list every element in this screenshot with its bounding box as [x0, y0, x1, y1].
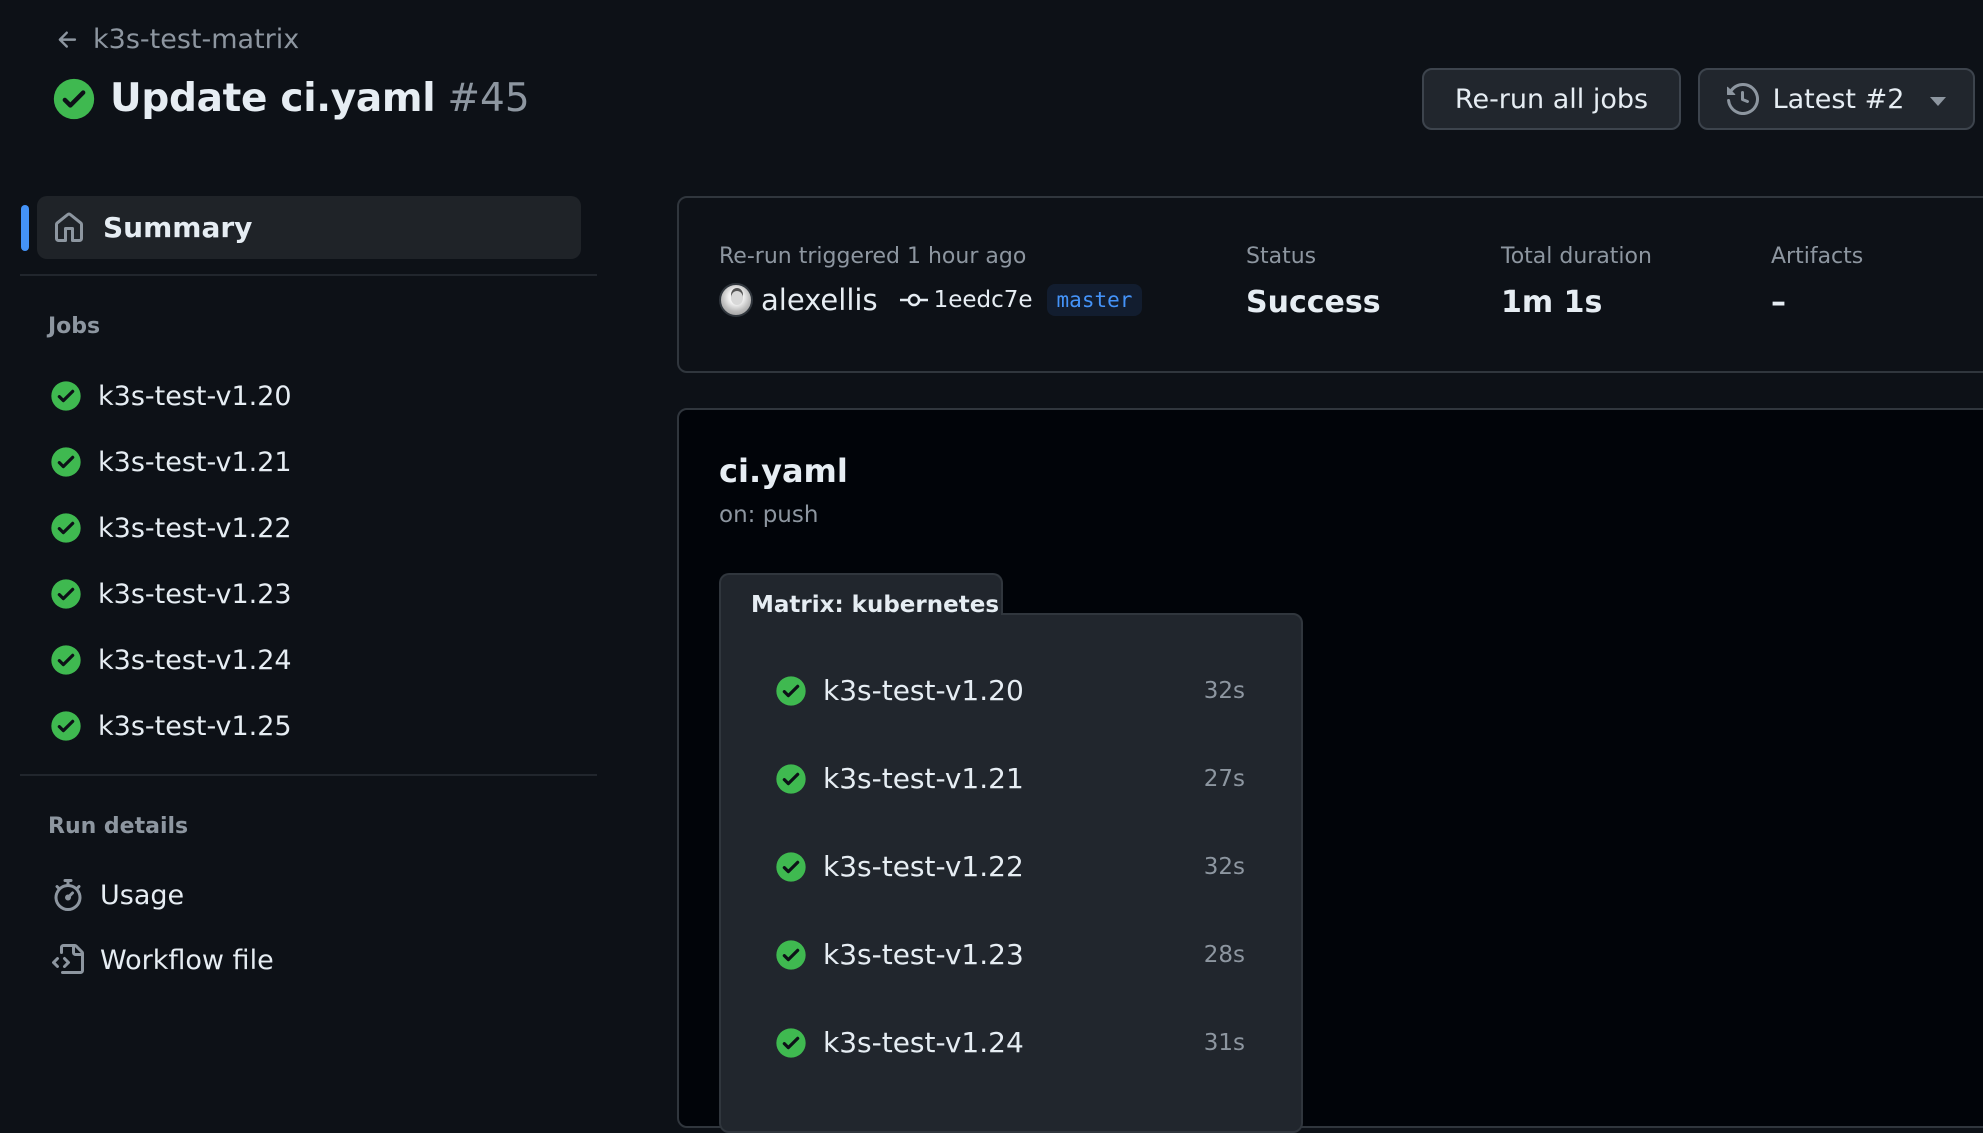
check-circle-fill-icon: [51, 579, 81, 609]
check-circle-fill-icon: [776, 851, 806, 882]
file-code-icon: [52, 944, 84, 974]
check-circle-fill-icon: [776, 763, 806, 794]
matrix-job-duration: 32s: [1203, 677, 1245, 704]
sidebar-item-usage-label: Usage: [100, 879, 185, 911]
matrix-job-label: k3s-test-v1.24: [823, 1026, 1024, 1059]
duration-label: Total duration: [1501, 244, 1652, 269]
chevron-down-icon: [1930, 96, 1947, 106]
status-value: Success: [1246, 285, 1381, 320]
commit-sha: 1eedc7e: [933, 287, 1033, 313]
check-circle-fill-icon: [51, 513, 81, 543]
sidebar-job-label: k3s-test-v1.24: [98, 644, 292, 676]
sidebar-job-label: k3s-test-v1.22: [98, 512, 292, 544]
check-circle-fill-icon: [776, 675, 806, 706]
artifacts-info: Artifacts –: [1771, 244, 1863, 320]
sidebar-job-item[interactable]: k3s-test-v1.20: [50, 380, 292, 412]
check-circle-fill-icon: [776, 1027, 806, 1058]
status-info: Status Success: [1246, 244, 1381, 320]
matrix-job-duration: 31s: [1203, 1029, 1245, 1056]
sidebar-divider: [20, 774, 597, 776]
matrix-job-label: k3s-test-v1.22: [823, 850, 1024, 883]
sidebar-item-workflow-file[interactable]: Workflow file: [52, 944, 274, 976]
run-number: #45: [447, 76, 530, 121]
active-nav-indicator: [21, 205, 29, 251]
matrix-job-item[interactable]: k3s-test-v1.23 28s: [775, 938, 1245, 971]
arrow-left-icon: [58, 30, 77, 48]
page-title: Update ci.yaml #45: [52, 76, 530, 121]
sidebar-item-summary[interactable]: Summary: [37, 196, 581, 259]
matrix-job-label: k3s-test-v1.21: [823, 762, 1024, 795]
trigger-info: Re-run triggered 1 hour ago alexellis 1e…: [719, 244, 1143, 317]
check-circle-fill-icon: [51, 645, 81, 675]
attempt-select-label: Latest #2: [1772, 83, 1905, 115]
sidebar-divider: [20, 274, 597, 276]
stopwatch-icon: [54, 879, 82, 911]
history-icon: [1726, 83, 1759, 115]
check-circle-fill-icon: [51, 381, 81, 411]
duration-info: Total duration 1m 1s: [1501, 244, 1652, 320]
sidebar-job-item[interactable]: k3s-test-v1.23: [50, 578, 292, 610]
home-icon: [55, 212, 83, 242]
matrix-job-item[interactable]: k3s-test-v1.24 31s: [775, 1026, 1245, 1059]
sidebar-job-item[interactable]: k3s-test-v1.24: [50, 644, 292, 676]
actor-link[interactable]: alexellis: [761, 283, 878, 317]
matrix-job-label: k3s-test-v1.20: [823, 674, 1024, 707]
trigger-label: Re-run triggered 1 hour ago: [719, 244, 1027, 269]
matrix-job-duration: 32s: [1203, 853, 1245, 880]
check-circle-fill-icon: [51, 711, 81, 741]
matrix-job-item[interactable]: k3s-test-v1.20 32s: [775, 674, 1245, 707]
check-circle-fill-icon: [776, 939, 806, 970]
artifacts-label: Artifacts: [1771, 244, 1864, 269]
back-link-label: k3s-test-matrix: [93, 24, 300, 55]
sidebar-job-label: k3s-test-v1.25: [98, 710, 292, 742]
sidebar-job-item[interactable]: k3s-test-v1.21: [50, 446, 292, 478]
run-title: Update ci.yaml: [110, 76, 436, 121]
workflow-trigger: on: push: [719, 502, 819, 528]
jobs-heading: Jobs: [48, 314, 101, 339]
sidebar-item-workflow-file-label: Workflow file: [100, 944, 274, 976]
matrix-label: Matrix: kubernetes: [751, 592, 1000, 618]
matrix-job-duration: 28s: [1203, 941, 1245, 968]
duration-value: 1m 1s: [1501, 285, 1603, 320]
artifacts-value: –: [1771, 285, 1786, 320]
matrix-job-item[interactable]: k3s-test-v1.21 27s: [775, 762, 1245, 795]
git-commit-icon: [899, 293, 928, 307]
status-label: Status: [1246, 244, 1317, 269]
workflow-name: ci.yaml: [719, 452, 848, 490]
back-link[interactable]: k3s-test-matrix: [55, 24, 299, 55]
sidebar-job-label: k3s-test-v1.23: [98, 578, 292, 610]
check-circle-fill-icon: [53, 78, 95, 119]
attempt-select-button[interactable]: Latest #2: [1698, 68, 1975, 130]
check-circle-fill-icon: [51, 447, 81, 477]
sidebar-job-label: k3s-test-v1.21: [98, 446, 292, 478]
sidebar-job-label: k3s-test-v1.20: [98, 380, 292, 412]
matrix-job-item[interactable]: k3s-test-v1.22 32s: [775, 850, 1245, 883]
run-details-heading: Run details: [48, 814, 189, 839]
sidebar-item-usage[interactable]: Usage: [52, 879, 184, 911]
rerun-all-jobs-button[interactable]: Re-run all jobs: [1422, 68, 1681, 130]
sidebar-item-summary-label: Summary: [103, 211, 253, 244]
run-summary-card: Re-run triggered 1 hour ago alexellis 1e…: [677, 196, 1983, 373]
avatar[interactable]: [719, 283, 753, 317]
branch-badge[interactable]: master: [1046, 284, 1143, 316]
sidebar-job-item[interactable]: k3s-test-v1.25: [50, 710, 292, 742]
sidebar-job-item[interactable]: k3s-test-v1.22: [50, 512, 292, 544]
rerun-all-jobs-label: Re-run all jobs: [1454, 83, 1649, 115]
matrix-job-duration: 27s: [1203, 765, 1245, 792]
matrix-job-label: k3s-test-v1.23: [823, 938, 1024, 971]
commit-link[interactable]: 1eedc7e: [899, 287, 1033, 313]
